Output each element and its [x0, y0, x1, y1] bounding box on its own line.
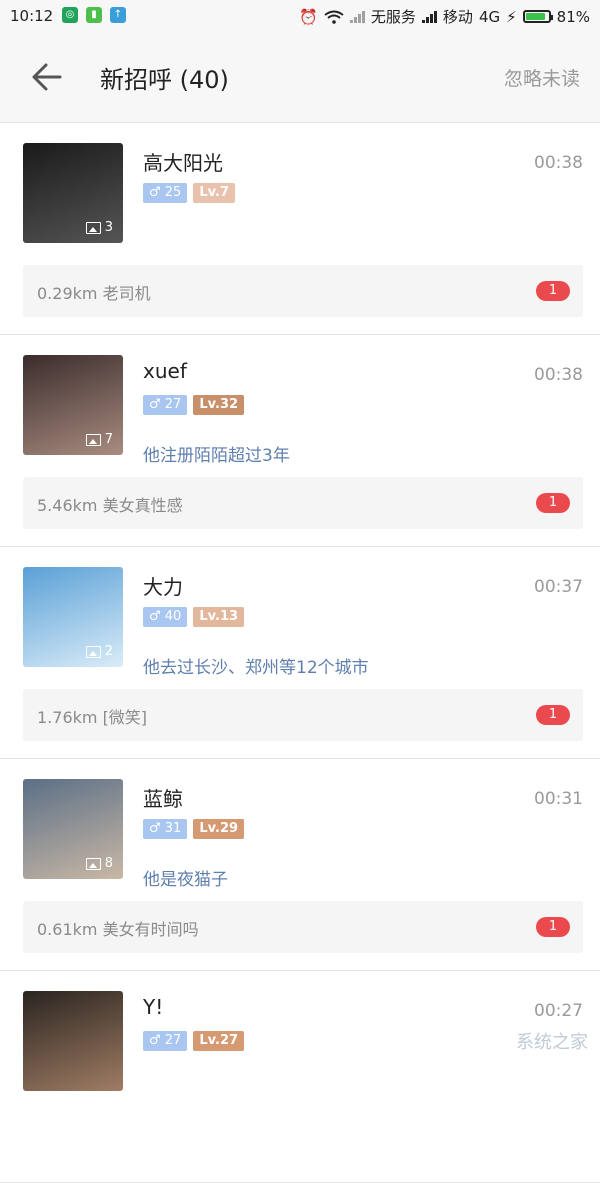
notification-app-icon: ◎ [62, 7, 78, 23]
user-tags: ♂ 27 Lv.27 [143, 1031, 245, 1051]
battery-icon [522, 10, 553, 23]
message-text: 5.46km 美女真性感 [37, 496, 183, 515]
message-preview[interactable]: 0.29km 老司机 1 [23, 265, 583, 317]
unread-badge: 1 [536, 493, 570, 513]
watermark-logo: 系统之家 [516, 1032, 588, 1053]
status-time: 10:12 [10, 7, 54, 25]
unread-badge: 1 [536, 281, 570, 301]
user-tags: ♂ 27 Lv.32 [143, 395, 245, 415]
user-tagline: 他注册陌陌超过3年 [143, 446, 290, 466]
photo-count: 8 [104, 856, 113, 871]
level-tag: Lv.29 [193, 819, 245, 839]
photo-count: 7 [104, 432, 113, 447]
photo-count-badge: 7 [85, 432, 113, 447]
photo-count: 2 [104, 644, 113, 659]
user-tagline: 他去过长沙、郑州等12个城市 [143, 658, 369, 678]
message-time: 00:37 [534, 577, 583, 597]
message-text: 1.76km [微笑] [37, 708, 148, 727]
charging-icon: ⚡ [506, 7, 517, 26]
list-item[interactable]: 3 高大阳光 00:38 ♂ 25 Lv.7 0.29km 老司机 1 [0, 123, 600, 335]
level-tag: Lv.32 [193, 395, 245, 415]
avatar[interactable]: 7 [23, 355, 123, 455]
gender-age-tag: ♂ 27 [143, 395, 188, 415]
photo-count-badge: 3 [85, 220, 113, 235]
message-text: 0.61km 美女有时间吗 [37, 920, 199, 939]
gender-age-tag: ♂ 31 [143, 819, 188, 839]
user-tags: ♂ 25 Lv.7 [143, 183, 236, 203]
user-name: 高大阳光 [143, 151, 223, 175]
user-tagline: 他是夜猫子 [143, 870, 228, 890]
message-time: 00:38 [534, 153, 583, 173]
user-name: Y! [143, 995, 164, 1019]
list-item[interactable]: 8 蓝鲸 00:31 ♂ 31 Lv.29 他是夜猫子 0.61km 美女有时间吗 1 [0, 759, 600, 971]
message-text: 0.29km 老司机 [37, 284, 151, 303]
user-tags: ♂ 31 Lv.29 [143, 819, 245, 839]
avatar[interactable]: 3 [23, 143, 123, 243]
list-item[interactable]: Y! 00:27 ♂ 27 Lv.27 [0, 971, 600, 1183]
message-preview[interactable]: 5.46km 美女真性感 1 [23, 477, 583, 529]
page-title: 新招呼 (40) [100, 66, 229, 94]
carrier-label: 移动 [442, 8, 473, 26]
wifi-icon [324, 10, 344, 24]
user-name: 大力 [143, 575, 183, 599]
unread-badge: 1 [536, 917, 570, 937]
status-bar: 10:12 ◎ ▮ ↑ ⏰ 无服务 移动 4G ⚡ 81% [0, 0, 600, 32]
level-tag: Lv.27 [193, 1031, 245, 1051]
avatar[interactable] [23, 991, 123, 1091]
greeting-list: 3 高大阳光 00:38 ♂ 25 Lv.7 0.29km 老司机 1 7 xuef 00:38 ♂… [0, 123, 600, 1183]
user-tags: ♂ 40 Lv.13 [143, 607, 245, 627]
photo-icon [85, 433, 101, 446]
message-preview[interactable]: 1.76km [微笑] 1 [23, 689, 583, 741]
photo-icon [85, 221, 101, 234]
carrier-none-label: 无服务 [370, 8, 416, 26]
photo-count: 3 [104, 220, 113, 235]
list-item[interactable]: 7 xuef 00:38 ♂ 27 Lv.32 他注册陌陌超过3年 5.46km 美女真性感… [0, 335, 600, 547]
status-icons: ⏰ 无服务 移动 4G ⚡ 81% [299, 6, 590, 27]
notification-battery-icon: ▮ [86, 7, 102, 23]
gender-age-tag: ♂ 25 [143, 183, 188, 203]
alarm-icon: ⏰ [299, 7, 318, 26]
avatar[interactable]: 2 [23, 567, 123, 667]
app-header: 新招呼 (40) 忽略未读 [0, 32, 600, 123]
photo-count-badge: 8 [85, 856, 113, 871]
user-name: 蓝鲸 [143, 787, 183, 811]
photo-count-badge: 2 [85, 644, 113, 659]
message-time: 00:27 [534, 1001, 583, 1021]
level-tag: Lv.7 [193, 183, 236, 203]
back-arrow-icon[interactable] [30, 60, 64, 94]
gender-age-tag: ♂ 27 [143, 1031, 188, 1051]
avatar[interactable]: 8 [23, 779, 123, 879]
unread-badge: 1 [536, 705, 570, 725]
photo-icon [85, 645, 101, 658]
signal-off-icon [349, 10, 365, 23]
notification-upload-icon: ↑ [110, 7, 126, 23]
battery-percent: 81% [556, 7, 590, 26]
user-name: xuef [143, 359, 187, 383]
message-time: 00:38 [534, 365, 583, 385]
network-type: 4G [478, 7, 501, 26]
level-tag: Lv.13 [193, 607, 245, 627]
list-item[interactable]: 2 大力 00:37 ♂ 40 Lv.13 他去过长沙、郑州等12个城市 1.76km [微… [0, 547, 600, 759]
message-time: 00:31 [534, 789, 583, 809]
signal-icon [421, 10, 437, 23]
gender-age-tag: ♂ 40 [143, 607, 188, 627]
ignore-unread-button[interactable]: 忽略未读 [504, 64, 580, 91]
photo-icon [85, 857, 101, 870]
message-preview[interactable]: 0.61km 美女有时间吗 1 [23, 901, 583, 953]
